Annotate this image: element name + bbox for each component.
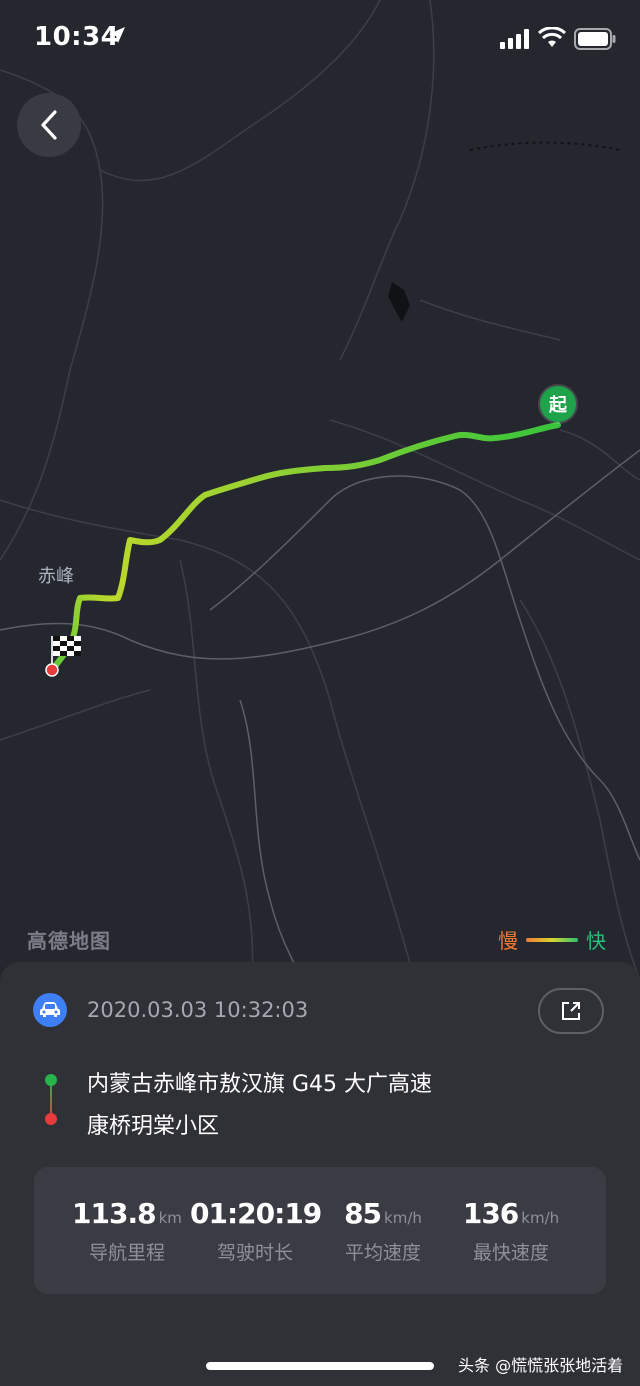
origin-dot xyxy=(45,1074,57,1086)
start-pin[interactable]: 起 xyxy=(540,386,576,422)
status-time: 10:34 xyxy=(34,22,120,52)
location-arrow-icon xyxy=(109,27,125,43)
back-button[interactable] xyxy=(17,93,81,157)
origin-address: 内蒙古赤峰市敖汉旗 G45 大广高速 xyxy=(87,1072,433,1097)
destination-dot xyxy=(45,1113,57,1125)
stat-duration: 01:20:19 驾驶时长 xyxy=(190,1197,322,1265)
home-indicator[interactable] xyxy=(206,1362,434,1370)
stat-label: 最快速度 xyxy=(472,1242,549,1264)
stat-distance: 113.8 km 导航里程 xyxy=(62,1197,192,1265)
legend-gradient-bar xyxy=(526,937,578,942)
stat-label: 驾驶时长 xyxy=(216,1242,293,1264)
signal-icon xyxy=(500,29,529,49)
stat-value: 85 xyxy=(344,1197,382,1230)
finish-flag-icon xyxy=(45,636,81,677)
car-icon xyxy=(33,993,67,1027)
stat-value: 01:20:19 xyxy=(190,1197,322,1230)
stat-unit: km/h xyxy=(384,1209,422,1227)
stat-unit: km xyxy=(158,1209,182,1227)
stat-unit: km/h xyxy=(521,1209,560,1227)
stat-max-speed: 136 km/h 最快速度 xyxy=(446,1197,576,1265)
share-button[interactable] xyxy=(538,988,604,1034)
map-view[interactable]: 10:34 赤峰 起 高德地图 慢 快 xyxy=(0,0,640,1000)
speed-legend: 慢 快 xyxy=(498,925,606,954)
amap-logo: 高德地图 xyxy=(27,929,111,953)
stat-value: 136 xyxy=(462,1197,519,1230)
legend-slow: 慢 xyxy=(498,929,518,953)
stat-label: 导航里程 xyxy=(88,1242,165,1264)
map-roads xyxy=(0,0,640,1000)
route-path xyxy=(49,422,561,673)
legend-fast: 快 xyxy=(586,929,606,953)
battery-icon xyxy=(574,28,616,50)
trip-stats: 113.8 km 导航里程 01:20:19 驾驶时长 85 km/h 平均速度 1… xyxy=(34,1167,606,1294)
share-icon xyxy=(562,1002,580,1020)
wifi-icon xyxy=(538,27,566,47)
trip-detail-sheet: 2020.03.03 10:32:03 内蒙古赤峰市敖汉旗 G45 大广高速 康… xyxy=(0,962,640,1386)
city-label: 赤峰 xyxy=(38,566,74,587)
stat-value: 113.8 xyxy=(72,1197,157,1230)
trip-datetime: 2020.03.03 10:32:03 xyxy=(87,998,309,1022)
watermark: 头条 @慌慌张张地活着 xyxy=(458,1356,624,1375)
stat-label: 平均速度 xyxy=(344,1242,421,1264)
stat-avg-speed: 85 km/h 平均速度 xyxy=(318,1197,448,1265)
status-bar: 10:34 xyxy=(0,0,640,80)
back-chevron-icon xyxy=(41,110,57,140)
destination-address: 康桥玥棠小区 xyxy=(87,1114,220,1139)
